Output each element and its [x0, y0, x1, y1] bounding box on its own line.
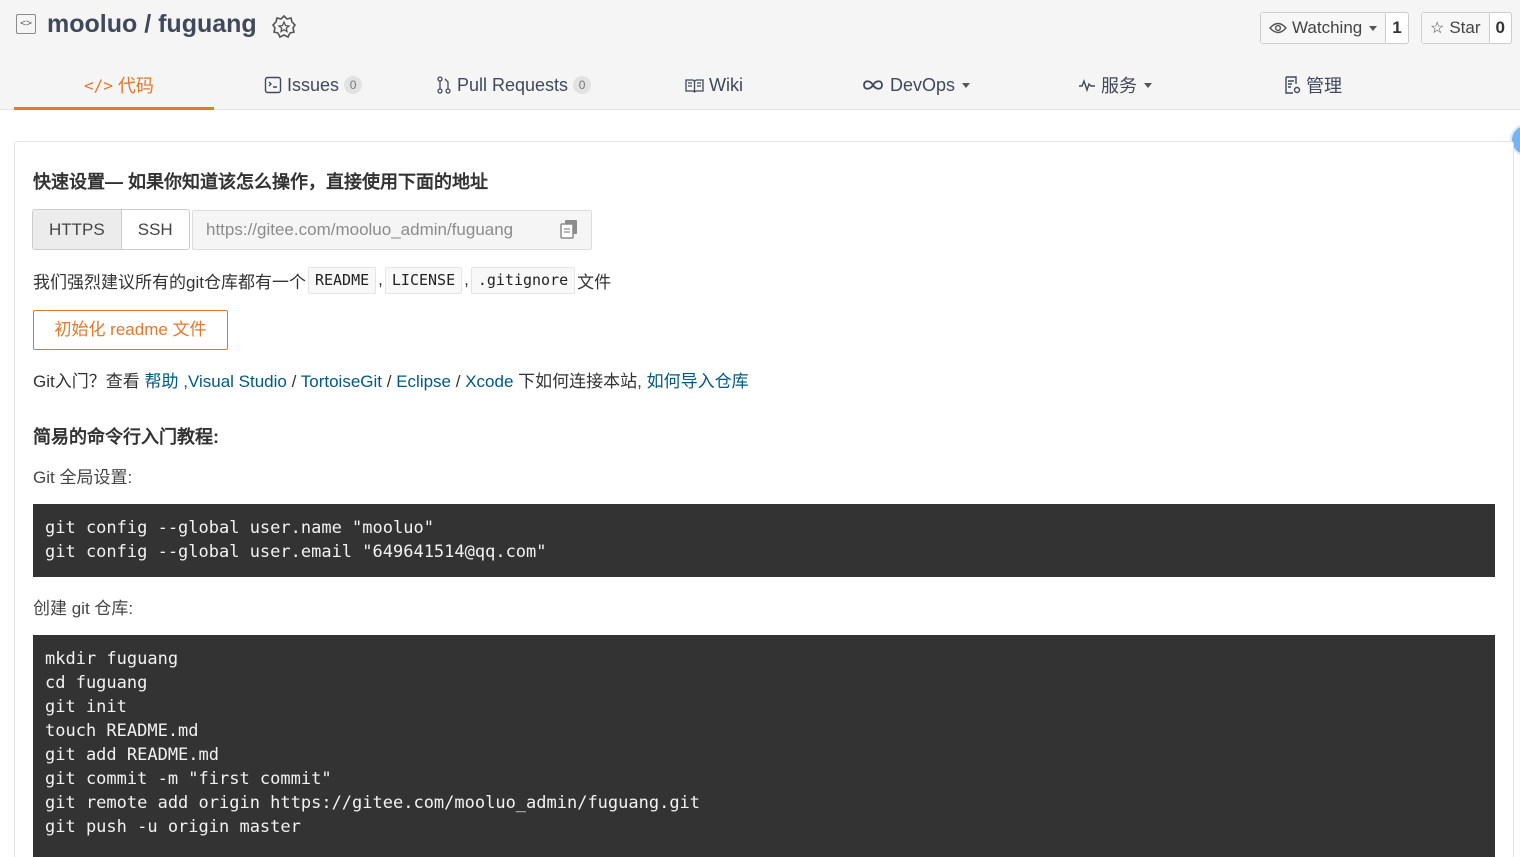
tab-pull-requests[interactable]: Pull Requests 0: [436, 60, 592, 110]
tab-code[interactable]: </> 代码: [84, 60, 154, 110]
tab-pull-requests-label: Pull Requests: [457, 74, 569, 95]
tab-issues-label: Issues: [287, 74, 340, 95]
active-tab-indicator: [14, 107, 214, 110]
owner-link[interactable]: mooluo: [47, 10, 137, 38]
recommend-suffix: 文件: [577, 272, 612, 292]
pull-request-icon: [437, 76, 451, 94]
protocol-switch: HTTPS SSH: [32, 209, 190, 250]
wiki-icon: [685, 78, 704, 93]
code-icon: </>: [84, 75, 113, 95]
license-chip: LICENSE: [384, 266, 463, 294]
recommend-prefix: 我们强烈建议所有的git仓库都有一个: [33, 272, 306, 292]
eclipse-link[interactable]: Eclipse: [396, 372, 451, 391]
tab-wiki-label: Wiki: [709, 74, 743, 95]
help-prefix: Git入门？查看: [33, 372, 140, 391]
help-link[interactable]: 帮助: [144, 372, 178, 391]
watch-label: Watching: [1292, 18, 1363, 37]
tab-services-label: 服务: [1101, 76, 1137, 96]
https-option[interactable]: HTTPS: [33, 210, 122, 249]
repo-title: mooluo / fuguang: [47, 10, 257, 39]
tortoisegit-link[interactable]: TortoiseGit: [301, 372, 382, 391]
tab-devops[interactable]: DevOps: [861, 60, 971, 110]
title-separator: /: [137, 10, 159, 38]
tutorial-title: 简易的命令行入门教程:: [33, 427, 219, 447]
eye-icon: [1269, 22, 1287, 34]
repo-tabs: </> 代码 Issues 0 Pull Requests 0 Wiki Dev…: [14, 60, 1510, 110]
gitignore-chip: .gitignore: [470, 266, 576, 294]
issues-count-badge: 0: [344, 76, 363, 94]
clone-url-field[interactable]: https://gitee.com/mooluo_admin/fuguang: [192, 210, 592, 250]
slash-separator: /: [386, 372, 392, 391]
tab-code-label: 代码: [117, 76, 154, 96]
pulse-icon: [1079, 78, 1095, 92]
quick-setup-title: 快速设置— 如果你知道该怎么操作，直接使用下面的地址: [33, 172, 488, 192]
tab-issues[interactable]: Issues 0: [264, 60, 363, 110]
star-button-group: ☆ Star 0: [1421, 12, 1512, 44]
tab-wiki[interactable]: Wiki: [685, 60, 743, 110]
repo-header: <> mooluo / fuguang Watching 1 ☆ Star 0 …: [0, 0, 1520, 110]
settings-doc-icon: [1285, 75, 1301, 94]
init-readme-button[interactable]: 初始化 readme 文件: [33, 310, 228, 350]
watch-button-group: Watching 1: [1260, 12, 1409, 44]
repo-code-icon: <>: [16, 14, 36, 34]
recommend-files-text: 我们强烈建议所有的git仓库都有一个 README , LICENSE , .g…: [33, 266, 611, 294]
recommend-badge-icon: [271, 14, 297, 39]
star-label: Star: [1449, 18, 1481, 37]
global-settings-code: git config --global user.name "mooluo" g…: [33, 504, 1495, 577]
ssh-option[interactable]: SSH: [122, 210, 189, 249]
watch-count[interactable]: 1: [1386, 13, 1407, 43]
repo-link[interactable]: fuguang: [158, 10, 257, 38]
star-icon: ☆: [1430, 20, 1445, 37]
services-caret-icon: [1144, 82, 1152, 88]
slash-separator: /: [291, 372, 297, 391]
create-repo-code: mkdir fuguang cd fuguang git init touch …: [33, 635, 1495, 857]
tab-services[interactable]: 服务: [1078, 60, 1152, 110]
help-middle-text: 下如何连接本站,: [518, 372, 642, 391]
tab-devops-label: DevOps: [890, 74, 956, 95]
copy-icon[interactable]: [560, 219, 578, 239]
recommend-separator: ,: [464, 270, 469, 289]
watch-button[interactable]: Watching: [1261, 13, 1387, 43]
watch-dropdown-caret-icon: [1369, 25, 1378, 31]
help-links-line: Git入门？查看 帮助 ,Visual Studio / TortoiseGit…: [33, 367, 749, 392]
global-settings-label: Git 全局设置:: [33, 468, 133, 487]
star-count[interactable]: 0: [1490, 13, 1511, 43]
tab-manage[interactable]: 管理: [1284, 60, 1342, 110]
star-button[interactable]: ☆ Star: [1422, 13, 1490, 43]
visual-studio-link[interactable]: Visual Studio: [188, 372, 287, 391]
readme-chip: README: [307, 266, 377, 294]
pull-requests-count-badge: 0: [573, 76, 592, 94]
import-repo-link[interactable]: 如何导入仓库: [647, 372, 749, 391]
xcode-link[interactable]: Xcode: [465, 372, 513, 391]
create-repo-label: 创建 git 仓库:: [33, 599, 134, 618]
issues-icon: [264, 76, 282, 94]
recommend-separator: ,: [378, 270, 383, 289]
tab-manage-label: 管理: [1306, 76, 1342, 96]
slash-separator: /: [455, 372, 461, 391]
infinity-icon: [863, 80, 883, 90]
devops-caret-icon: [962, 82, 971, 88]
